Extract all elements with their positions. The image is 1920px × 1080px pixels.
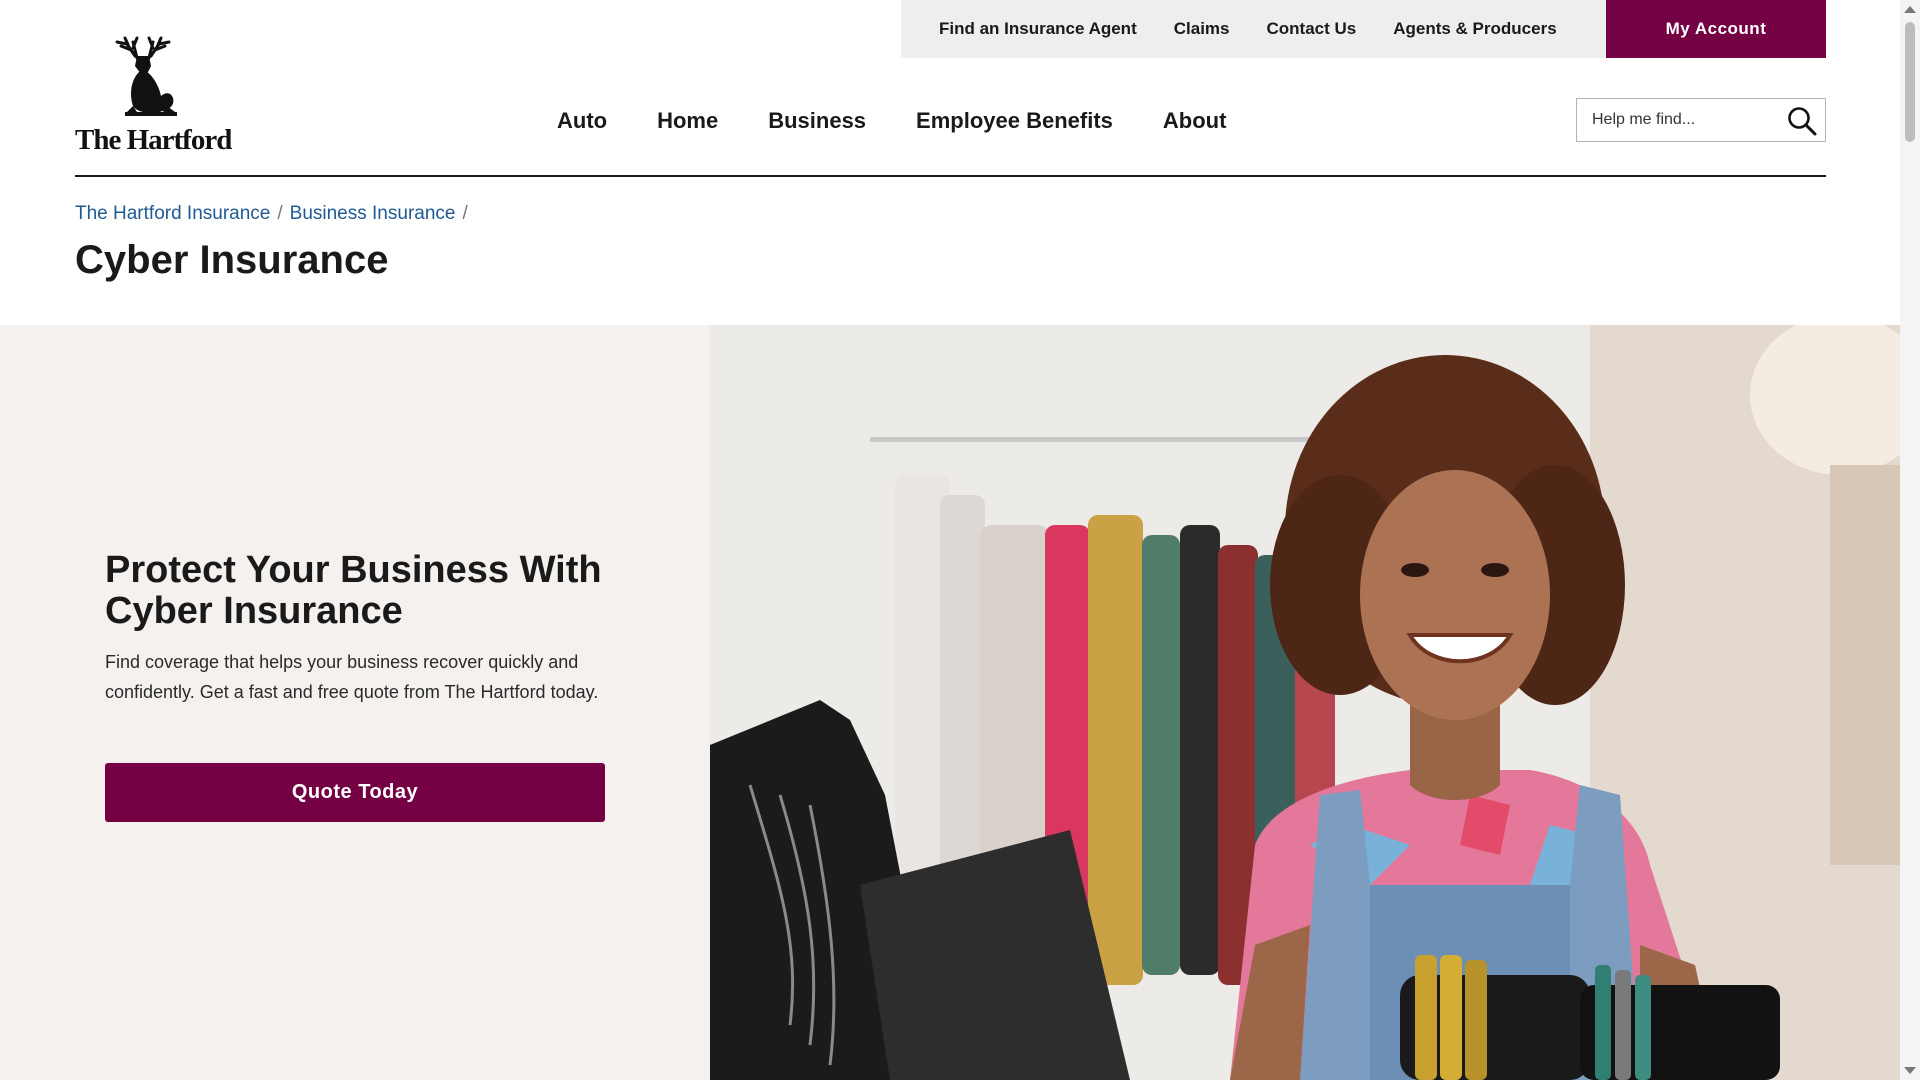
hero-text-panel: Protect Your Business With Cyber Insuran… (0, 325, 710, 1080)
breadcrumb-separator: / (462, 203, 468, 224)
nav-item-employee-benefits[interactable]: Employee Benefits (916, 108, 1113, 134)
quote-today-button[interactable]: Quote Today (105, 763, 605, 822)
page-title: Cyber Insurance (75, 238, 389, 282)
hero-heading: Protect Your Business With Cyber Insuran… (105, 549, 602, 632)
hero-description: Find coverage that helps your business r… (105, 652, 599, 702)
utility-link-contact-us[interactable]: Contact Us (1266, 19, 1356, 39)
search-button[interactable] (1785, 104, 1819, 138)
nav-item-about[interactable]: About (1163, 108, 1227, 134)
breadcrumb-separator: / (277, 203, 283, 224)
header-divider (75, 175, 1826, 177)
breadcrumb: The Hartford Insurance / Business Insura… (75, 203, 475, 225)
utility-link-find-agent[interactable]: Find an Insurance Agent (939, 19, 1137, 39)
breadcrumb-link-business-insurance[interactable]: Business Insurance (290, 203, 456, 225)
my-account-button[interactable]: My Account (1606, 0, 1826, 58)
page-scrollbar[interactable] (1900, 0, 1920, 1080)
nav-item-business[interactable]: Business (768, 108, 866, 134)
nav-item-home[interactable]: Home (657, 108, 718, 134)
search-input[interactable] (1577, 99, 1792, 141)
utility-link-claims[interactable]: Claims (1174, 19, 1230, 39)
utility-link-agents-producers[interactable]: Agents & Producers (1393, 19, 1556, 39)
nav-item-auto[interactable]: Auto (557, 108, 607, 134)
brand-wordmark: The Hartford (75, 124, 232, 156)
stag-logo-icon (115, 36, 177, 116)
scrollbar-thumb[interactable] (1905, 22, 1915, 142)
scroll-up-arrow-icon[interactable] (1904, 6, 1916, 13)
main-nav: Auto Home Business Employee Benefits Abo… (557, 108, 1276, 134)
page-content: The Hartford Find an Insurance Agent Cla… (0, 0, 1900, 1080)
search-box (1576, 98, 1826, 142)
scroll-down-arrow-icon[interactable] (1904, 1067, 1916, 1074)
utility-nav: Find an Insurance Agent Claims Contact U… (901, 0, 1606, 58)
hero-photo-illustration (710, 325, 1900, 1080)
breadcrumb-link-hartford-insurance[interactable]: The Hartford Insurance (75, 203, 270, 225)
page: The Hartford Find an Insurance Agent Cla… (0, 0, 1920, 1080)
hartford-logo[interactable]: The Hartford (75, 36, 232, 156)
hero-image (710, 325, 1900, 1080)
search-icon (1788, 107, 1817, 136)
